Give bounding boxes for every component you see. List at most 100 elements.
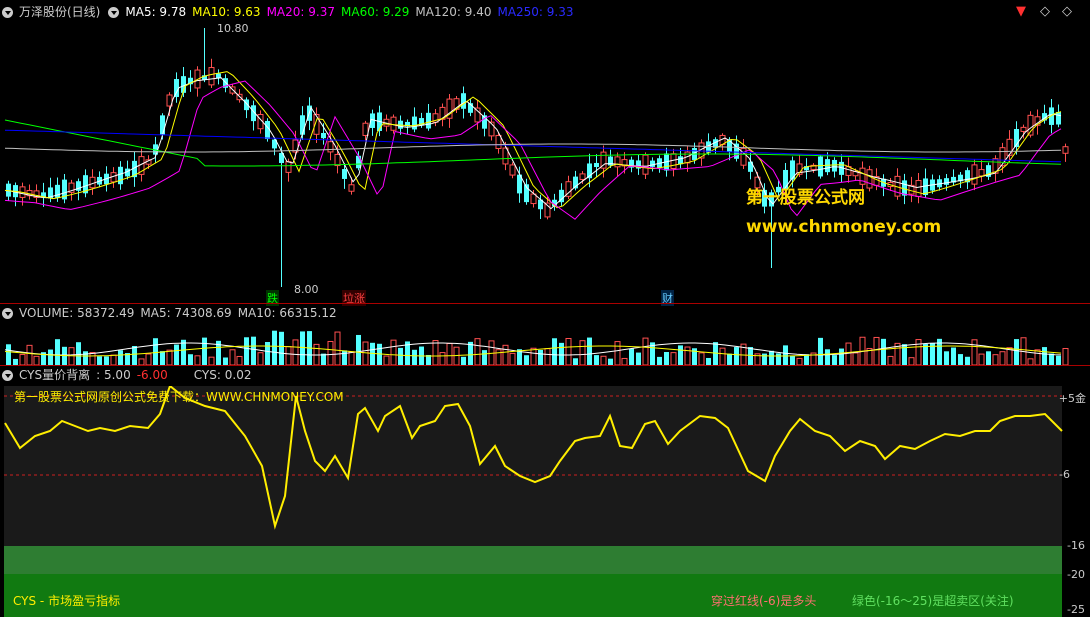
candle-body [334,153,341,167]
candle-body [1062,146,1069,154]
volume-bar [334,331,341,365]
volume-bar [118,350,123,365]
volume-bar [839,348,844,365]
volume-bar [502,344,509,365]
volume-bar [48,349,53,365]
candle-body [1006,138,1013,156]
volume-bar [208,356,215,365]
volume-bar [734,347,739,365]
volume-bar [544,348,551,365]
volume-header: VOLUME: 58372.49 MA5: 74308.69 MA10: 663… [0,304,337,322]
candle-body [321,132,326,139]
volume-bar [664,352,669,365]
candle-body [509,164,516,176]
volume-bar [579,340,586,365]
volume-bar [145,353,152,365]
volume-menu-icon[interactable] [2,307,13,319]
volume-ma5-label: MA5: 74308.69 [140,306,232,320]
volume-bar [524,355,529,365]
volume-bar [244,337,249,365]
candle-body [866,169,873,189]
volume-chart[interactable] [0,321,1090,365]
volume-bar [110,354,117,365]
volume-bar [251,336,256,365]
volume-bar [684,346,691,365]
volume-bar [474,338,481,365]
candle-body [978,169,985,177]
volume-bar [790,355,795,365]
candle-body [642,154,649,175]
volume-bar [958,354,963,365]
volume-bar [327,340,334,365]
volume-bar [887,355,894,365]
volume-bar [636,352,641,365]
volume-bar [279,331,284,365]
volume-label: VOLUME: 58372.49 [19,306,135,320]
candle-body [327,141,334,153]
cys-menu-icon[interactable] [2,369,13,381]
candle-body [579,173,586,180]
volume-bar [26,344,33,365]
volume-bar [614,341,621,365]
cys-name: CYS量价背离 [19,368,91,382]
volume-bar [439,352,446,365]
volume-bar [825,349,830,365]
cys-value-3: CYS: 0.02 [193,368,252,382]
volume-bar [657,356,662,365]
volume-bar [398,347,403,365]
candle-body [362,122,369,136]
volume-bar [642,337,649,365]
volume-bar [629,348,634,365]
volume-bar [951,347,956,365]
candle-body [1056,111,1061,125]
volume-bar [194,355,201,365]
volume-bar [300,331,305,365]
candlestick-chart[interactable] [0,0,1090,300]
volume-bar [986,351,991,365]
candle-body [1020,126,1027,132]
volume-bar [1042,347,1047,365]
volume-bar [482,350,487,365]
candle-body [342,169,347,179]
candle-body [426,112,431,129]
volume-bar [719,347,726,365]
candle-body [300,115,305,135]
volume-bar [348,351,355,365]
candle-body [915,180,922,197]
volume-bar [944,351,949,365]
ylabel-minus6: -6 [1059,468,1070,481]
volume-bar [229,349,236,365]
candle-body [971,164,978,185]
volume-bar [19,354,26,365]
volume-bar [223,357,228,365]
candle-body [118,166,123,185]
volume-bar [89,352,96,365]
volume-bar [727,353,732,365]
volume-bar [446,343,453,365]
candle-body [285,161,292,173]
watermark-title: 第一股票公式网 [746,188,865,208]
volume-bar [559,342,564,365]
volume-bar [97,356,102,365]
cys-line-chart[interactable] [0,386,1090,617]
volume-bar [852,352,859,365]
ylabel-plus5: +5金 [1058,392,1086,405]
cys-line [4,386,1063,530]
volume-ma10-label: MA10: 66315.12 [237,306,337,320]
volume-bar [565,338,572,365]
cys-banner: 第一股票公式网原创公式免费下载：WWW.CHNMONEY.COM [14,390,344,404]
volume-bar [762,353,767,365]
volume-bar [153,338,158,365]
volume-bar [1034,349,1041,365]
volume-bar [362,341,369,365]
candle-body [832,159,837,172]
volume-bar [6,344,11,365]
candle-body [614,156,621,168]
candle-body [461,93,466,109]
volume-bar [845,342,852,365]
candle-body [474,107,481,123]
volume-bar [104,356,109,365]
volume-bar [978,353,985,365]
volume-bar [257,352,264,365]
cys-value-1: : 5.00 [96,368,131,382]
